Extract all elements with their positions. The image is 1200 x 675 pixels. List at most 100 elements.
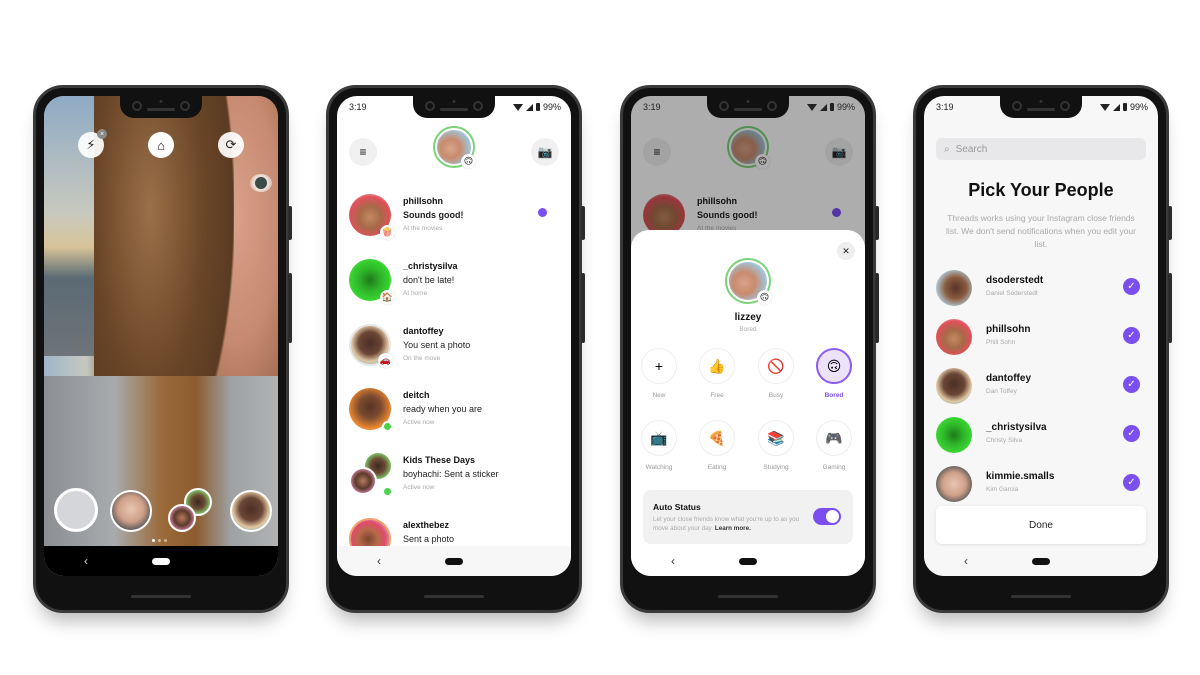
volume-button — [875, 273, 879, 343]
battery-icon — [535, 103, 540, 111]
top-bar: ≡ 🙃 📷 — [337, 126, 571, 176]
friend-avatar-4[interactable] — [230, 490, 272, 532]
check-icon[interactable]: ✓ — [1123, 474, 1140, 491]
person-row[interactable]: dsoderstedt Daniel Soderstedt ✓ — [924, 266, 1158, 314]
popcorn-icon: 🍿 — [380, 225, 395, 240]
person-row[interactable]: phillsohn Phill Sohn ✓ — [924, 315, 1158, 363]
person-fullname: Kim Garcia — [986, 486, 1019, 493]
friend-avatar-1[interactable] — [110, 490, 152, 532]
thread-row[interactable]: deitch ready when you are Active now — [337, 384, 571, 448]
status-option-label: Free — [710, 392, 724, 399]
home-pill[interactable] — [739, 557, 757, 565]
home-icon: ⌂ — [157, 137, 165, 153]
home-pill[interactable] — [1032, 557, 1050, 565]
page-description: Threads works using your Instagram close… — [946, 213, 1136, 249]
wifi-icon — [806, 103, 817, 111]
bottom-speaker — [1011, 595, 1071, 598]
close-button[interactable]: ✕ — [837, 242, 855, 260]
menu-button[interactable]: ≡ — [349, 138, 377, 166]
person-row[interactable]: _christysilva Christy Silva ✓ — [924, 413, 1158, 461]
avatar: 🍿 — [349, 194, 395, 240]
avatar — [936, 466, 972, 502]
thread-row[interactable]: 🍿 phillsohn Sounds good! At the movies — [337, 190, 571, 254]
auto-status-card: Auto Status Let your close friends know … — [643, 490, 853, 544]
bottom-speaker — [718, 595, 778, 598]
check-icon[interactable]: ✓ — [1123, 327, 1140, 344]
unread-dot — [538, 208, 547, 217]
wifi-icon — [512, 103, 523, 111]
tv-icon: 📺 — [641, 420, 677, 456]
camera-icon: 📷 — [537, 145, 553, 159]
thread-message: You sent a photo — [403, 340, 471, 350]
wifi-icon — [1099, 103, 1110, 111]
notch — [1000, 96, 1082, 118]
thread-message: boyhachi: Sent a sticker — [403, 469, 499, 479]
thread-row[interactable]: 🚗 dantoffey You sent a photo On the move — [337, 320, 571, 384]
status-option-new[interactable]: + New — [634, 348, 684, 399]
house-icon: 🏠 — [380, 290, 395, 305]
refresh-icon: ⟳ — [225, 137, 237, 152]
thread-status: On the move — [403, 355, 441, 362]
thread-message: Sent a photo — [403, 534, 455, 544]
thread-list-screen: 3:19 99% ≡ 🙃 📷 🍿 phillsohn Sounds good! … — [337, 96, 571, 576]
battery-level: 99% — [836, 102, 855, 112]
page-title: Pick Your People — [968, 180, 1114, 200]
home-pill[interactable] — [445, 557, 463, 565]
battery-icon — [1122, 103, 1127, 111]
thread-row[interactable]: Kids These Days boyhachi: Sent a sticker… — [337, 449, 571, 513]
status-picker-screen: 3:19 99% ≡ 🙃 📷 phillsohn Sounds good! At… — [631, 96, 865, 576]
person-row[interactable]: dantoffey Dan Toffey ✓ — [924, 364, 1158, 412]
my-status-avatar[interactable]: 🙃 — [433, 126, 476, 169]
status-option-watching[interactable]: 📺 Watching — [634, 420, 684, 471]
back-icon[interactable]: ‹ — [84, 554, 88, 568]
notch — [413, 96, 495, 118]
power-button — [1168, 206, 1172, 240]
status-option-gaming[interactable]: 🎮 Gaming — [809, 420, 859, 471]
shutter-button[interactable] — [54, 488, 98, 532]
status-option-studying[interactable]: 📚 Studying — [751, 420, 801, 471]
signal-icon — [819, 103, 827, 111]
learn-more-link[interactable]: Learn more. — [715, 525, 751, 532]
check-icon[interactable]: ✓ — [1123, 376, 1140, 393]
status-option-label: New — [652, 392, 666, 399]
status-option-label: Eating — [707, 464, 727, 471]
search-placeholder: Search — [955, 143, 988, 155]
auto-status-toggle[interactable] — [813, 508, 841, 525]
flash-off-button[interactable]: ⚡ × — [78, 129, 107, 158]
avatar: 🏠 — [349, 259, 395, 305]
friend-avatar-3[interactable] — [168, 504, 196, 532]
status-option-free[interactable]: 👍 Free — [692, 348, 742, 399]
home-pill[interactable] — [152, 557, 170, 565]
person-row[interactable]: kimmie.smalls Kim Garcia ✓ — [924, 462, 1158, 510]
person-username: _christysilva — [986, 422, 1047, 433]
person-username: kimmie.smalls — [986, 471, 1055, 482]
back-icon[interactable]: ‹ — [964, 554, 968, 568]
check-icon[interactable]: ✓ — [1123, 278, 1140, 295]
search-input[interactable]: ⌕ Search — [936, 138, 1146, 160]
check-icon[interactable]: ✓ — [1123, 425, 1140, 442]
status-sheet: ✕ 🙃 lizzey Bored + New 👍 Free 🚫 Busy 🙃 B… — [631, 230, 865, 576]
back-icon[interactable]: ‹ — [377, 554, 381, 568]
done-button[interactable]: Done — [936, 506, 1146, 544]
thread-message: don't be late! — [403, 275, 455, 285]
upside-down-face-icon: 🙃 — [816, 348, 852, 384]
status-emoji-badge: 🙃 — [757, 290, 772, 305]
nav-bar: ‹ — [631, 546, 865, 576]
back-icon[interactable]: ‹ — [671, 554, 675, 568]
phone-status-picker: 3:19 99% ≡ 🙃 📷 phillsohn Sounds good! At… — [620, 85, 879, 613]
user-name: lizzey — [734, 312, 762, 323]
thumbs-up-icon: 👍 — [699, 348, 735, 384]
status-option-busy[interactable]: 🚫 Busy — [751, 348, 801, 399]
battery-level: 99% — [1129, 102, 1148, 112]
switch-camera-button[interactable]: ⟳ — [218, 132, 244, 158]
avatar: 🚗 — [349, 324, 393, 368]
power-button — [875, 206, 879, 240]
power-button — [581, 206, 585, 240]
avatar — [936, 270, 972, 306]
status-option-eating[interactable]: 🍕 Eating — [692, 420, 742, 471]
thread-row[interactable]: 🏠 _christysilva don't be late! At home — [337, 255, 571, 319]
home-button[interactable]: ⌂ — [148, 132, 174, 158]
camera-button[interactable]: 📷 — [531, 138, 559, 166]
status-option-label: Gaming — [822, 464, 846, 471]
status-option-bored[interactable]: 🙃 Bored — [809, 348, 859, 399]
